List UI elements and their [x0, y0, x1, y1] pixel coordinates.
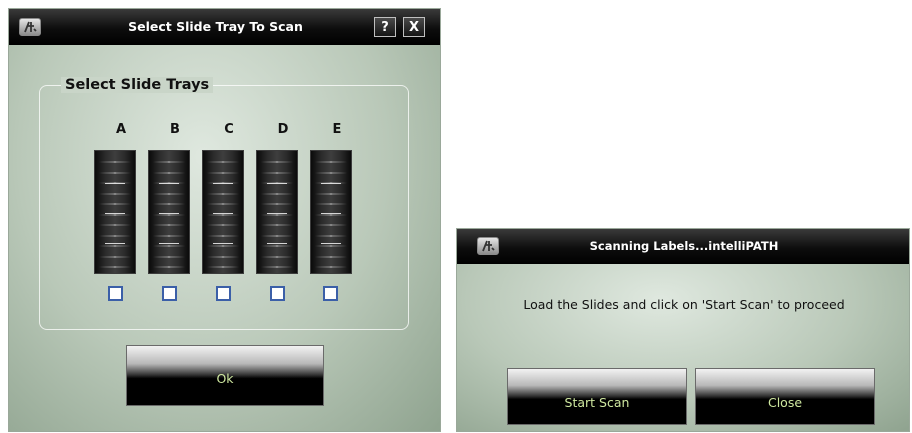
tray-slot: [261, 245, 293, 247]
tray-label-b: B: [170, 122, 180, 137]
tray-image-e: [310, 150, 352, 274]
help-button[interactable]: ?: [374, 17, 396, 37]
tray-slot: [153, 161, 185, 163]
tray-highlight: [321, 213, 341, 214]
tray-checkbox-c[interactable]: [216, 286, 231, 301]
tray-slot: [315, 203, 347, 205]
tray-slot: [207, 192, 239, 195]
tray-slot: [261, 203, 293, 205]
tray-highlight: [159, 213, 179, 214]
close-button[interactable]: Close: [695, 368, 875, 425]
tray-slot: [153, 266, 185, 268]
tray-slot: [261, 192, 293, 195]
tray-slot: [315, 192, 347, 195]
tray-slot: [99, 192, 131, 195]
tray-checkbox-b[interactable]: [162, 286, 177, 301]
tray-slot: [315, 224, 347, 226]
tray-slot: [207, 255, 239, 258]
tray-slot: [315, 245, 347, 247]
tray-highlight: [105, 183, 125, 184]
tray-image-c: [202, 150, 244, 274]
tray-slot: [153, 203, 185, 205]
scan-labels-dialog: Scanning Labels...intelliPATH Load the S…: [456, 228, 910, 432]
tray-label-a: A: [115, 122, 127, 137]
tray-slot: [315, 255, 347, 258]
start-scan-button[interactable]: Start Scan: [507, 368, 687, 425]
tray-highlight: [267, 183, 287, 184]
tray-slot: [315, 171, 347, 174]
group-title: Select Slide Trays: [61, 77, 214, 93]
tray-slot: [99, 171, 131, 174]
tray-slot: [315, 161, 347, 163]
tray-highlight: [213, 243, 233, 244]
tray-slot: [315, 234, 347, 237]
tray-label-d: D: [277, 122, 289, 137]
tray-highlight: [159, 183, 179, 184]
tray-slot: [261, 224, 293, 226]
tray-slot: [207, 224, 239, 226]
tray-slot: [99, 161, 131, 163]
tray-highlight: [321, 243, 341, 244]
tray-slot: [99, 234, 131, 237]
tray-image-d: [256, 150, 298, 274]
tray-highlight: [159, 243, 179, 244]
tray-slot: [207, 266, 239, 268]
tray-dialog-titlebar[interactable]: Select Slide Tray To Scan ? X: [9, 9, 440, 45]
tray-slot: [99, 203, 131, 205]
tray-slot: [99, 266, 131, 268]
tray-slot: [261, 234, 293, 237]
tray-highlight: [267, 243, 287, 244]
tray-highlight: [105, 213, 125, 214]
tray-highlight: [105, 243, 125, 244]
tray-slot: [207, 161, 239, 163]
close-x-button[interactable]: X: [403, 17, 425, 37]
scan-instruction-message: Load the Slides and click on 'Start Scan…: [523, 297, 845, 312]
tray-slot: [261, 161, 293, 163]
tray-slot: [207, 171, 239, 174]
tray-image-a: [94, 150, 136, 274]
tray-select-dialog: Select Slide Tray To Scan ? X Select Sli…: [8, 8, 441, 432]
tray-highlight: [213, 183, 233, 184]
ok-button[interactable]: Ok: [126, 345, 324, 406]
tray-slot: [153, 234, 185, 237]
tray-slot: [99, 224, 131, 226]
tray-slot: [153, 224, 185, 226]
tray-label-e: E: [332, 122, 342, 137]
tray-slot: [315, 266, 347, 268]
tray-slot: [207, 245, 239, 247]
tray-slot: [99, 255, 131, 258]
tray-highlight: [213, 213, 233, 214]
tray-slot: [261, 266, 293, 268]
tray-slot: [153, 245, 185, 247]
tray-slot: [261, 255, 293, 258]
tray-checkbox-d[interactable]: [270, 286, 285, 301]
tray-slot: [261, 171, 293, 174]
tray-slot: [153, 171, 185, 174]
tray-highlight: [321, 183, 341, 184]
tray-image-b: [148, 150, 190, 274]
tray-slot: [153, 192, 185, 195]
tray-checkbox-e[interactable]: [323, 286, 338, 301]
tray-slot: [153, 255, 185, 258]
tray-slot: [207, 234, 239, 237]
tray-slot: [207, 203, 239, 205]
tray-slot: [99, 245, 131, 247]
scan-dialog-titlebar[interactable]: Scanning Labels...intelliPATH: [457, 229, 909, 264]
tray-highlight: [267, 213, 287, 214]
tray-label-c: C: [224, 122, 234, 137]
tray-checkbox-a[interactable]: [108, 286, 123, 301]
scan-dialog-title: Scanning Labels...intelliPATH: [589, 239, 779, 253]
